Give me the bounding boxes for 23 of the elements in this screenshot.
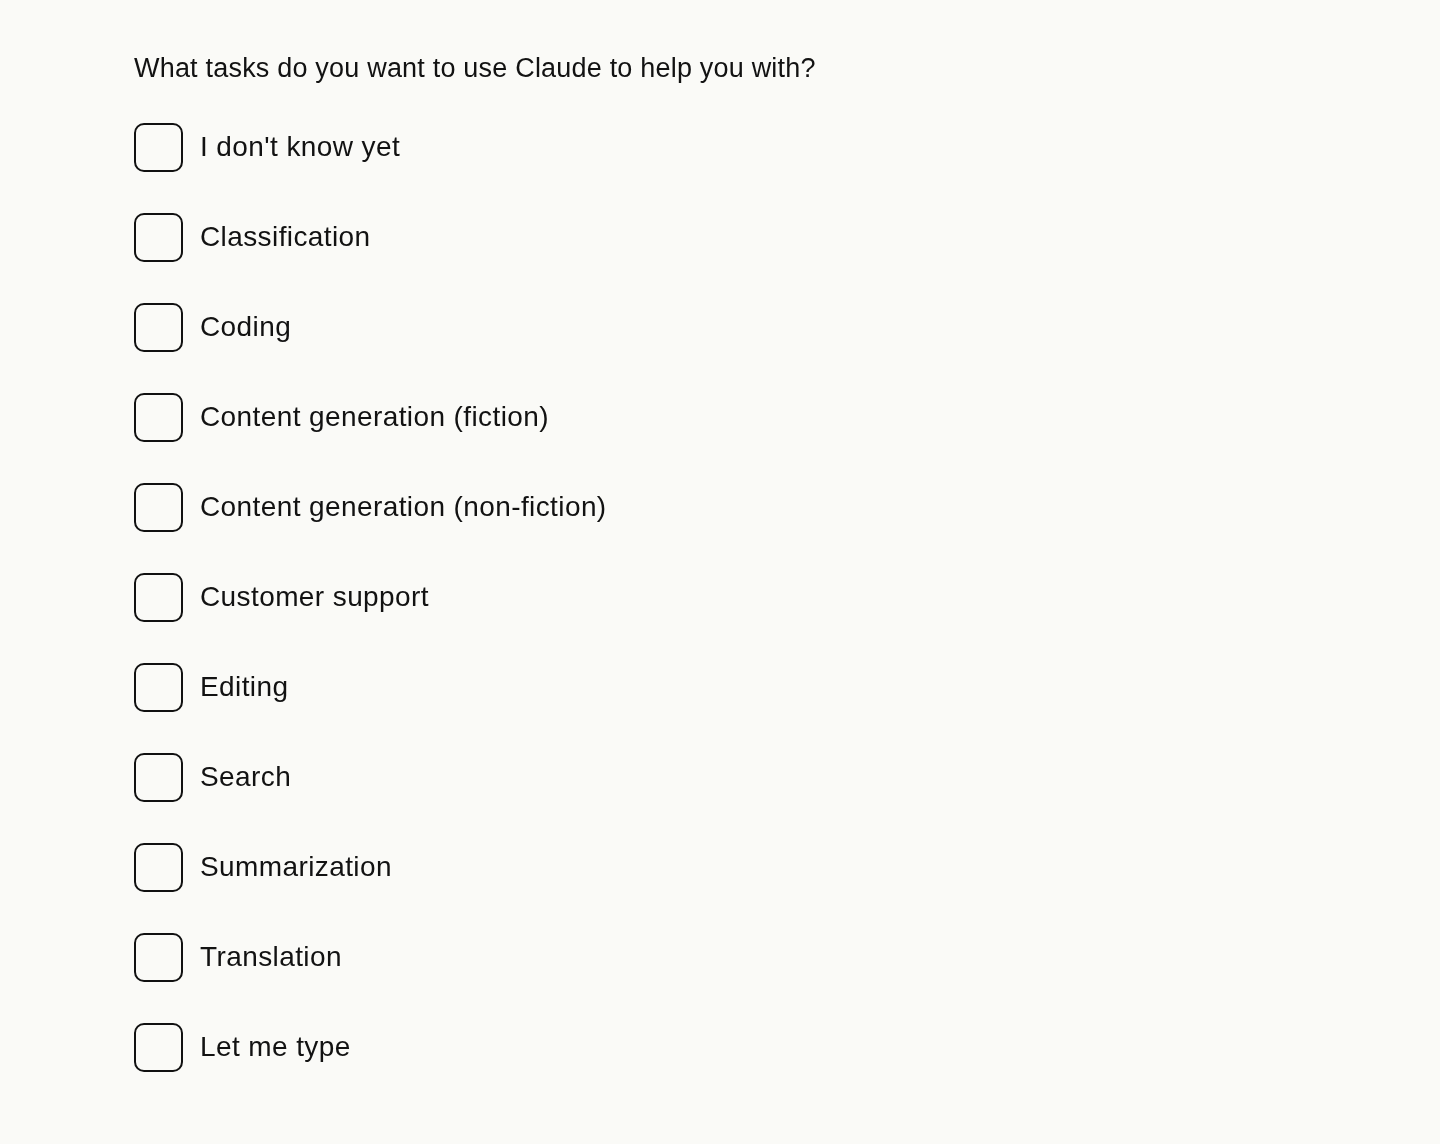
checkbox[interactable] [134, 212, 183, 262]
question-text: What tasks do you want to use Claude to help you with? [134, 52, 816, 84]
checkbox[interactable] [134, 302, 183, 352]
option-label: Customer support [200, 580, 429, 614]
option-label: Summarization [200, 850, 392, 884]
checkbox[interactable] [134, 932, 183, 982]
option-label: Editing [200, 670, 289, 704]
option-label: Content generation (fiction) [200, 400, 549, 434]
option-label: Coding [200, 310, 292, 344]
option-label: I don't know yet [200, 130, 401, 164]
checkbox[interactable] [134, 1022, 183, 1072]
checkbox[interactable] [134, 842, 183, 892]
option-label: Let me type [200, 1030, 351, 1064]
checkbox[interactable] [134, 392, 183, 442]
checkbox[interactable] [134, 752, 183, 802]
checkbox[interactable] [134, 572, 183, 622]
option-label: Content generation (non-fiction) [200, 490, 607, 524]
option-label: Translation [200, 940, 342, 974]
checkbox[interactable] [134, 662, 183, 712]
checkbox[interactable] [134, 482, 183, 532]
option-label: Classification [200, 220, 371, 254]
checkbox[interactable] [134, 122, 183, 172]
option-label: Search [200, 760, 292, 794]
